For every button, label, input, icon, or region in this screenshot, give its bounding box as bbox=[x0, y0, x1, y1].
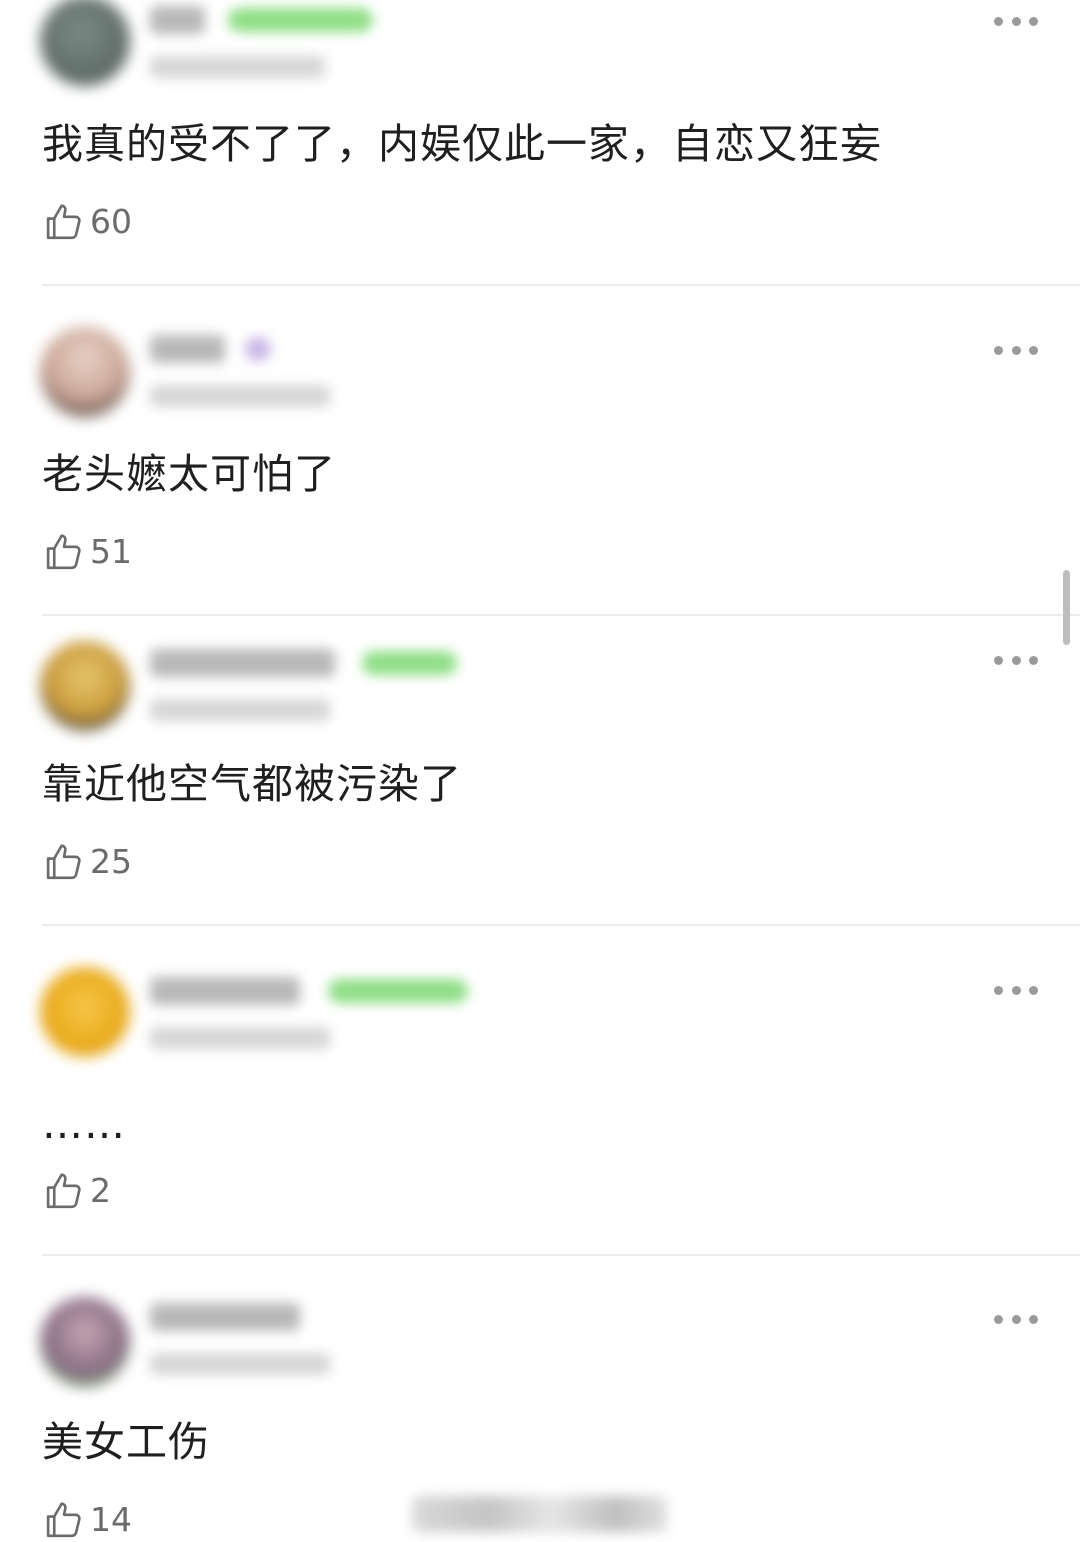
like-count: 51 bbox=[90, 532, 132, 571]
divider bbox=[42, 1254, 1080, 1256]
comment-text: 我真的受不了了，内娱仅此一家，自恋又狂妄 bbox=[42, 120, 882, 168]
avatar[interactable] bbox=[40, 1297, 130, 1387]
thumbs-up-icon bbox=[46, 1173, 81, 1209]
comment-item: …… 2 bbox=[0, 927, 1080, 1257]
comment-item: 老头嬷太可怕了 51 bbox=[0, 287, 1080, 617]
divider bbox=[42, 614, 1080, 616]
comment-text: …… bbox=[42, 1100, 126, 1148]
more-options-icon[interactable] bbox=[994, 1312, 1038, 1326]
thumbs-up-icon bbox=[46, 534, 81, 570]
comment-text: 靠近他空气都被污染了 bbox=[42, 760, 462, 808]
more-options-icon[interactable] bbox=[994, 14, 1038, 28]
thumbs-up-icon bbox=[46, 1502, 81, 1538]
more-options-icon[interactable] bbox=[994, 343, 1038, 357]
like-count: 14 bbox=[90, 1500, 132, 1539]
avatar[interactable] bbox=[40, 967, 130, 1057]
like-count: 60 bbox=[90, 202, 132, 241]
avatar[interactable] bbox=[40, 641, 130, 731]
like-count: 25 bbox=[90, 842, 132, 881]
divider bbox=[42, 924, 1080, 926]
comment-item: 我真的受不了了，内娱仅此一家，自恋又狂妄 60 bbox=[0, 0, 1080, 287]
avatar[interactable] bbox=[40, 327, 130, 417]
comment-item: 靠近他空气都被污染了 25 bbox=[0, 617, 1080, 927]
watermark-blurred bbox=[412, 1496, 667, 1532]
like-button[interactable]: 51 bbox=[42, 530, 132, 574]
like-button[interactable]: 2 bbox=[42, 1169, 111, 1213]
thumbs-up-icon bbox=[46, 204, 81, 240]
more-options-icon[interactable] bbox=[994, 653, 1038, 667]
like-button[interactable]: 25 bbox=[42, 840, 132, 884]
avatar[interactable] bbox=[40, 0, 130, 86]
more-options-icon[interactable] bbox=[994, 983, 1038, 997]
comment-text: 老头嬷太可怕了 bbox=[42, 450, 336, 498]
scrollbar-thumb[interactable] bbox=[1063, 570, 1070, 645]
like-count: 2 bbox=[90, 1171, 111, 1210]
comment-text: 美女工伤 bbox=[42, 1418, 210, 1466]
divider bbox=[42, 284, 1080, 286]
like-button[interactable]: 14 bbox=[42, 1498, 132, 1542]
thumbs-up-icon bbox=[46, 844, 81, 880]
like-button[interactable]: 60 bbox=[42, 200, 132, 244]
